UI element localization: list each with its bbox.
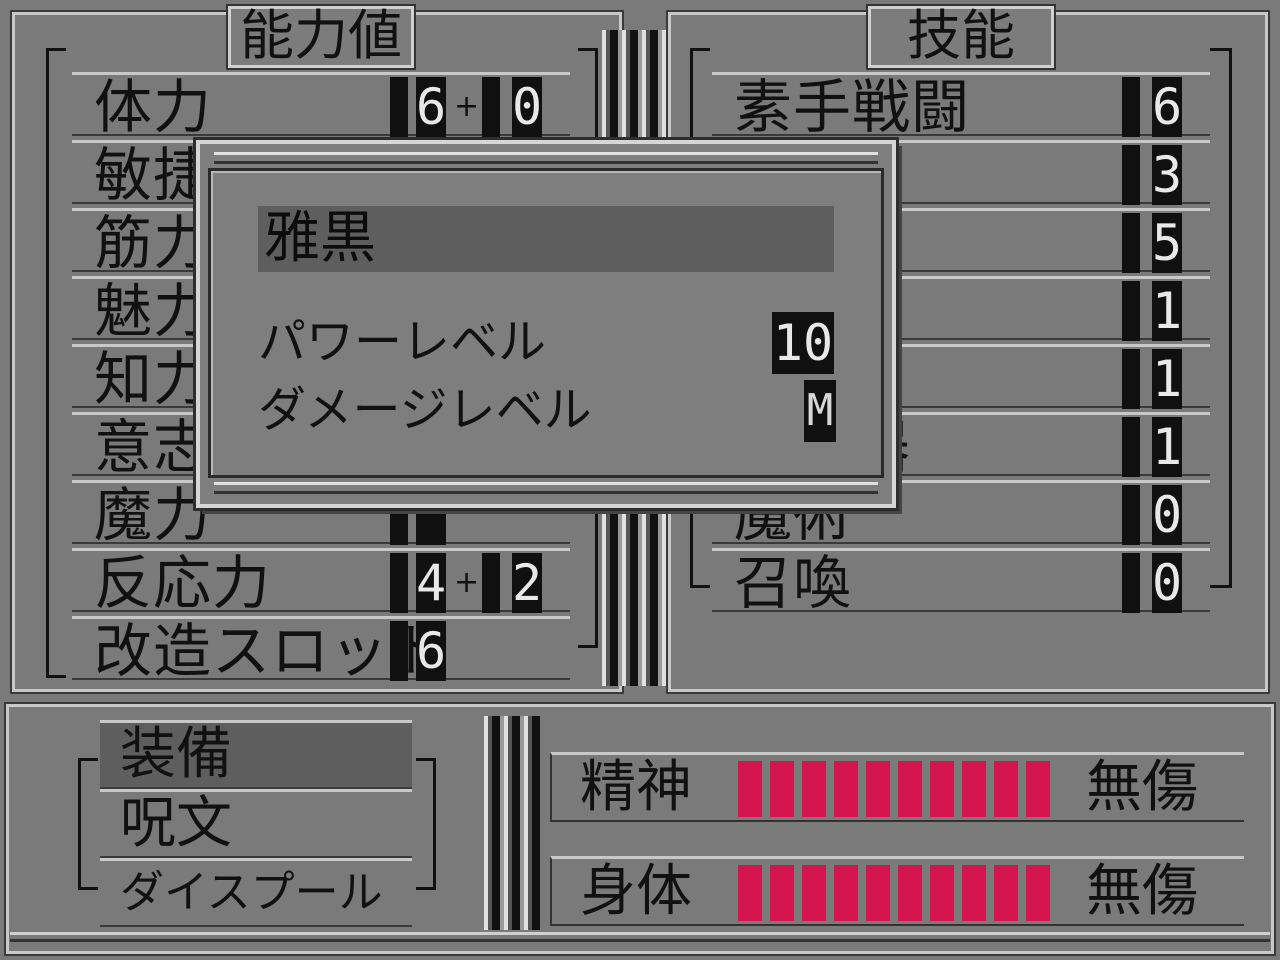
gauge-segment — [994, 761, 1018, 817]
stat-label: 魅力 — [94, 277, 213, 345]
bottom-rail — [10, 932, 1270, 942]
power-level-value: 10 — [772, 312, 834, 374]
skill-value: 1 — [1152, 349, 1183, 409]
skills-bracket-right — [1210, 48, 1232, 588]
mind-label: 精神 — [580, 755, 692, 820]
stat-bonus-value: 2 — [512, 553, 543, 613]
stat-label: 筋力 — [94, 209, 213, 277]
gauge-segment — [962, 865, 986, 921]
gauge-segment — [994, 865, 1018, 921]
gauge-segment — [770, 865, 794, 921]
skill-bar — [1122, 349, 1140, 409]
gauge-segment — [1026, 761, 1050, 817]
skill-bar — [1122, 417, 1140, 477]
menu-item[interactable]: 装備 — [100, 720, 412, 789]
gauge-segment — [770, 761, 794, 817]
stat-row: 改造スロット 6 — [72, 616, 570, 683]
mind-status-row: 精神 無傷 — [550, 752, 1244, 822]
stat-base-value: 6 — [416, 77, 447, 137]
stat-label: 知力 — [94, 345, 213, 413]
damage-level-label: ダメージレベル — [258, 382, 592, 438]
popup-name-bar: 雅黒 — [258, 206, 834, 272]
skill-label: 召喚 — [734, 549, 853, 617]
body-gauge — [738, 859, 1058, 925]
gauge-segment — [898, 761, 922, 817]
skills-panel-title: 技能 — [866, 4, 1056, 70]
skill-bar — [1122, 213, 1140, 273]
skill-bar — [1122, 77, 1140, 137]
skill-row: 召喚 0 — [712, 548, 1210, 617]
skill-label: 素手戦闘 — [734, 73, 971, 141]
stat-base-value: 6 — [416, 621, 447, 681]
body-status-row: 身体 無傷 — [550, 856, 1244, 926]
skill-value: 1 — [1152, 281, 1183, 341]
skill-bar — [1122, 281, 1140, 341]
stat-bar — [390, 77, 408, 137]
gauge-segment — [738, 865, 762, 921]
skill-value: 3 — [1152, 145, 1183, 205]
stat-bar — [390, 621, 408, 681]
gauge-segment — [866, 761, 890, 817]
stat-row: 体力 6 +0 — [72, 72, 570, 141]
stats-panel-title: 能力値 — [226, 4, 416, 70]
skill-value: 1 — [1152, 417, 1183, 477]
bonus-bar — [482, 553, 500, 613]
popup-top-rail — [214, 152, 878, 164]
stats-bracket — [46, 48, 66, 678]
plus-sign: + — [454, 89, 480, 124]
mind-gauge — [738, 755, 1058, 821]
gauge-segment — [962, 761, 986, 817]
mind-state: 無傷 — [1086, 755, 1198, 820]
stat-bonus-value: 0 — [512, 77, 543, 137]
body-label: 身体 — [580, 859, 692, 924]
skill-row: 素手戦闘 6 — [712, 72, 1210, 141]
bottom-divider — [484, 716, 540, 930]
bonus-bar — [482, 77, 500, 137]
menu-bracket — [78, 758, 98, 890]
body-state: 無傷 — [1086, 859, 1198, 924]
command-menu: 装備 呪文 ダイスプール — [100, 720, 412, 927]
skill-value: 5 — [1152, 213, 1183, 273]
skill-bar — [1122, 485, 1140, 545]
stat-label: 反応力 — [94, 549, 272, 617]
gauge-segment — [834, 761, 858, 817]
menu-item[interactable]: 呪文 — [100, 789, 412, 858]
power-level-label: パワーレベル — [258, 314, 547, 370]
gauge-segment — [802, 865, 826, 921]
gauge-segment — [930, 865, 954, 921]
skill-value: 0 — [1152, 553, 1183, 613]
popup-name: 雅黒 — [264, 206, 376, 271]
gauge-segment — [802, 761, 826, 817]
damage-level-value: M — [804, 380, 836, 442]
gauge-segment — [834, 865, 858, 921]
stat-label: 意志 — [94, 413, 213, 481]
stat-bar — [390, 553, 408, 613]
gauge-segment — [930, 761, 954, 817]
stat-label: 体力 — [94, 73, 213, 141]
gauge-segment — [898, 865, 922, 921]
gauge-segment — [738, 761, 762, 817]
skill-bar — [1122, 145, 1140, 205]
stat-label: 敏捷 — [94, 141, 213, 209]
plus-sign: + — [454, 565, 480, 600]
gauge-segment — [866, 865, 890, 921]
menu-bracket-right — [416, 758, 436, 890]
skill-value: 6 — [1152, 77, 1183, 137]
skill-bar — [1122, 553, 1140, 613]
skill-value: 0 — [1152, 485, 1183, 545]
stat-row: 反応力 4 +2 — [72, 548, 570, 617]
stat-base-value: 4 — [416, 553, 447, 613]
popup-bottom-rail — [214, 482, 878, 494]
popup-window: 雅黒 パワーレベル 10 ダメージレベル M — [193, 137, 899, 511]
gauge-segment — [1026, 865, 1050, 921]
stat-label: 魔力 — [94, 481, 213, 549]
menu-item[interactable]: ダイスプール — [100, 858, 412, 927]
